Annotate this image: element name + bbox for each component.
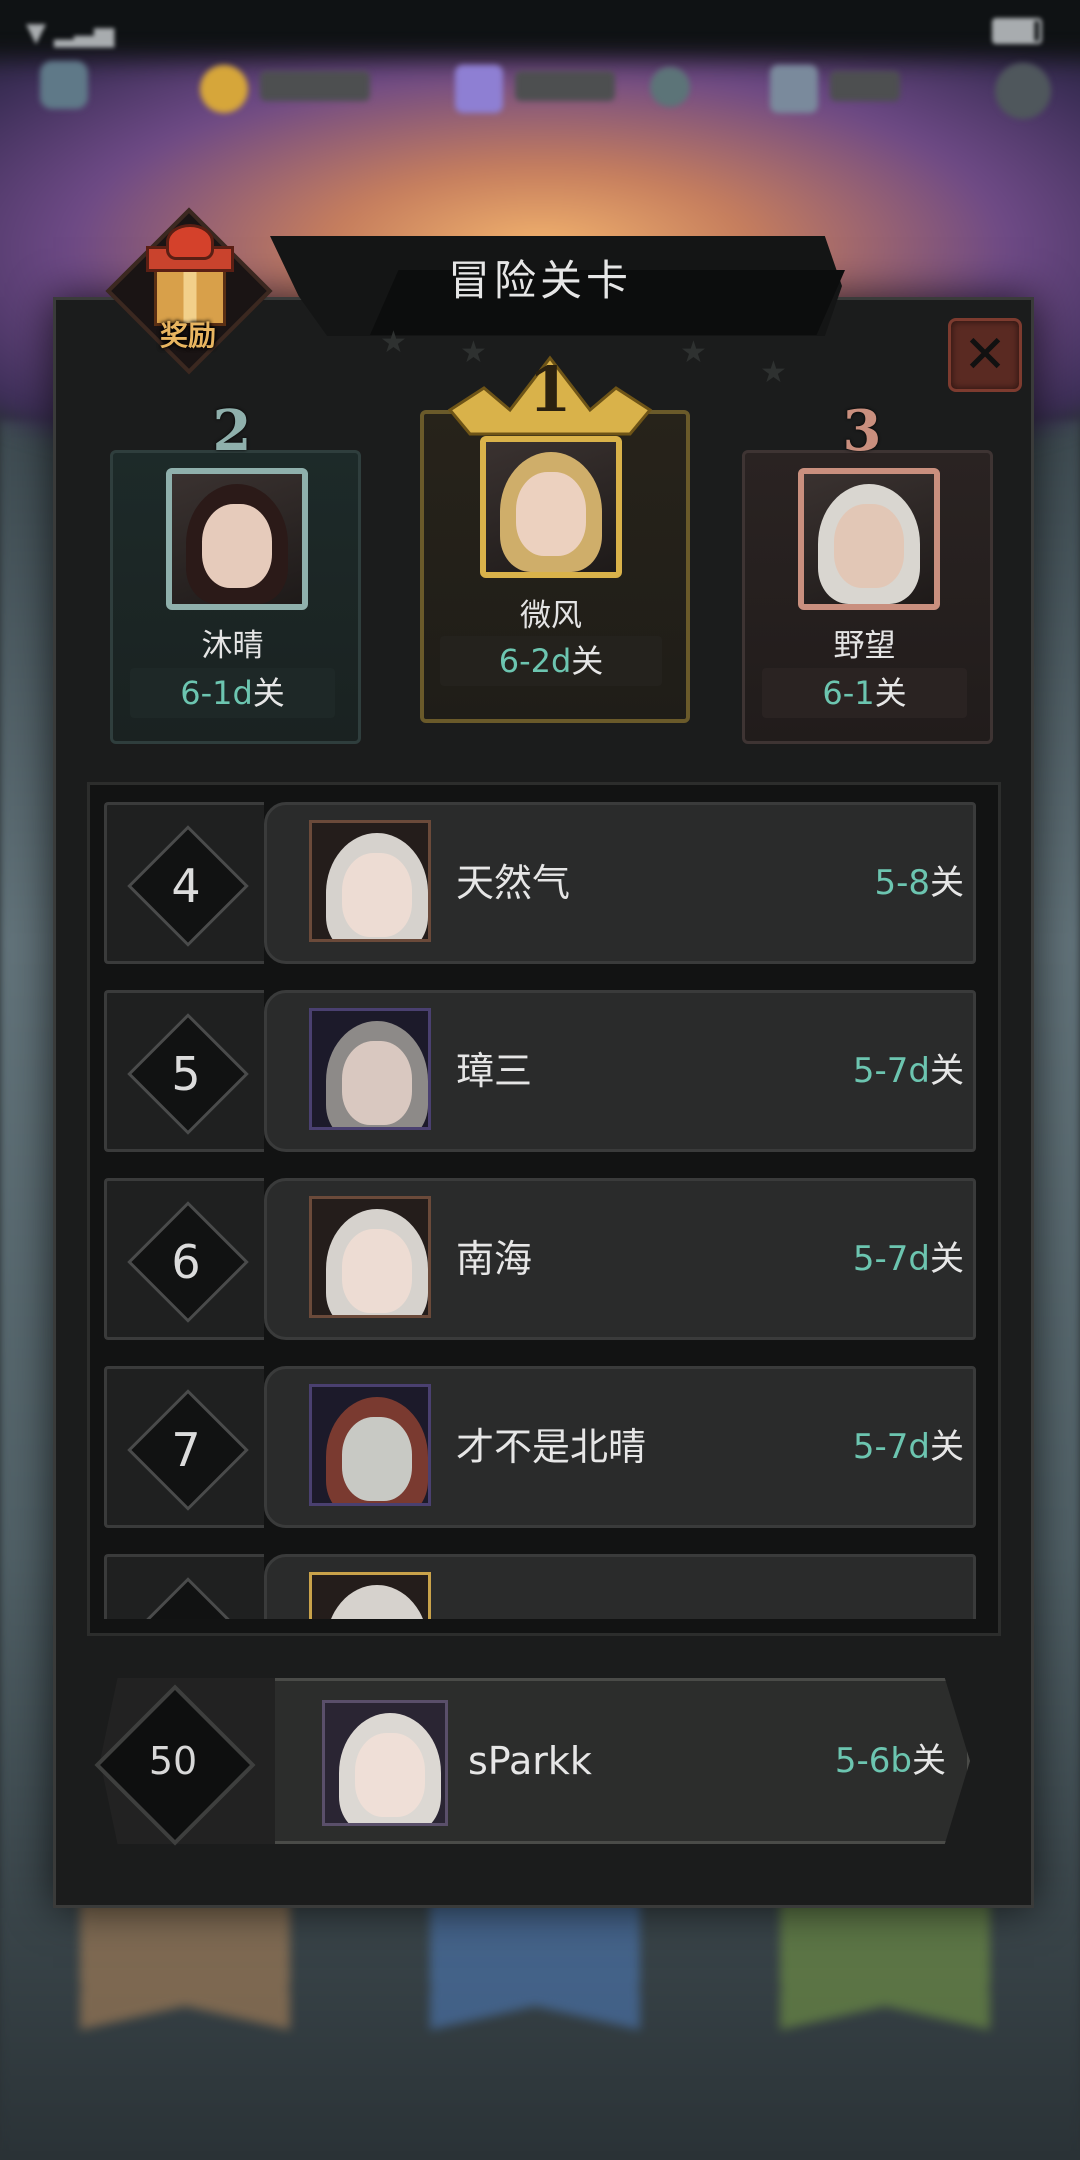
player-name: 南海 [456,1237,533,1281]
my-avatar [322,1700,448,1826]
player-name: 璋三 [456,1049,533,1093]
rank-cell: 7 [104,1366,264,1528]
player-name: 才不是北晴 [456,1425,647,1469]
podium-rank-3[interactable]: 野望 6-1关 [742,450,993,744]
avatar [480,436,622,578]
gold-amount [260,71,370,101]
podium-stage: 6-1d关 [130,668,335,718]
player-stage: 5-7d关 [852,1427,964,1467]
diamond-amount [515,71,615,101]
panel-title: 冒险关卡 [447,256,632,305]
player-stage: 5-8关 [874,863,964,903]
rank-cell: 4 [104,802,264,964]
close-icon: ✕ [963,325,1007,385]
my-rank-row[interactable]: 50 sParkk 5-6b关 [94,1678,970,1846]
avatar [309,1008,431,1130]
list-item[interactable]: 6 南海 5-7d关 [104,1178,976,1340]
signal-icon: ▼ ▂▃▅ [26,18,115,48]
close-button[interactable]: ✕ [948,318,1022,392]
rank-badge-1: 1 [528,353,572,426]
diamond-icon [455,65,503,113]
avatar [309,1196,431,1318]
podium-rank-2[interactable]: 沐晴 6-1d关 [110,450,361,744]
rank-number: 4 [171,859,201,913]
battery-icon [992,18,1050,44]
rank-cell: 6 [104,1178,264,1340]
avatar [166,468,308,610]
list-item-clipped[interactable]: 8 [104,1554,976,1619]
gold-coin-icon [200,65,248,113]
energy-amount [830,71,900,101]
avatar [798,468,940,610]
podium-name: 沐晴 [201,628,264,664]
avatar [309,1384,431,1506]
list-item[interactable]: 4 天然气 5-8关 [104,802,976,964]
reward-label: 奖励 [159,319,216,352]
list-item[interactable]: 5 璋三 5-7d关 [104,990,976,1152]
rank-cell: 5 [104,990,264,1152]
list-item[interactable]: 8 [104,1554,976,1619]
rank-number: 5 [171,1047,201,1101]
rank-badge-3: 3 [842,398,882,464]
avatar [309,820,431,942]
rank-number: 6 [171,1235,201,1289]
settings-icon[interactable] [995,63,1051,119]
gift-bow [166,224,214,260]
add-icon[interactable] [650,67,690,107]
energy-icon [770,65,818,113]
reward-button[interactable]: 奖励 [105,207,273,375]
podium-stage: 6-2d关 [440,636,662,686]
my-name: sParkk [468,1739,592,1783]
my-stage: 5-6b关 [834,1741,946,1781]
rank-number: 7 [171,1423,201,1477]
podium-stage: 6-1关 [762,668,967,718]
podium-rank-1[interactable]: 微风 6-2d关 [420,410,690,723]
rank-cell: 8 [104,1554,264,1619]
player-stage: 5-7d关 [852,1239,964,1279]
player-stage: 5-7d关 [852,1051,964,1091]
podium-name: 微风 [520,598,582,634]
avatar [309,1572,431,1619]
player-name: 天然气 [456,861,571,905]
podium-name: 野望 [833,628,896,664]
resource-bar [0,45,1080,135]
list-item[interactable]: 7 才不是北晴 5-7d关 [104,1366,976,1528]
rank-number: 8 [107,1557,265,1619]
rank-badge-2: 2 [212,398,252,464]
lightning-icon [40,61,88,109]
my-rank-number: 50 [148,1739,198,1783]
game-screen: ▼ ▂▃▅ 冒险关卡 ★ ★ ★ ★ 奖励 ✕ 沐晴 6-1d关 2 微风 6-… [0,0,1080,2160]
